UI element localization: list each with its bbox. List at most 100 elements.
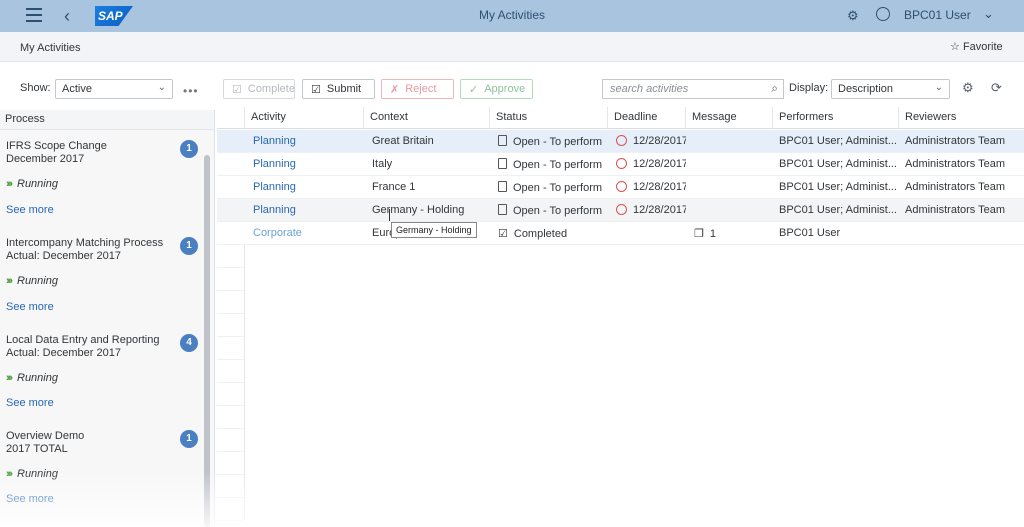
empty-row bbox=[217, 268, 245, 291]
activity-link[interactable]: Planning bbox=[247, 130, 364, 153]
show-select-value: Active bbox=[62, 83, 92, 95]
running-icon: ››› bbox=[6, 178, 13, 190]
row-selector-header[interactable] bbox=[217, 107, 245, 129]
activity-link[interactable]: Planning bbox=[247, 176, 364, 199]
approve-label: Approve bbox=[484, 83, 526, 95]
column-header-message[interactable]: Message bbox=[686, 107, 773, 129]
message-cell[interactable]: ❐ 1 bbox=[688, 222, 773, 245]
empty-row bbox=[217, 360, 245, 383]
submit-button[interactable]: ☑ Submit bbox=[302, 79, 375, 99]
status-running: ››› Running bbox=[6, 372, 58, 384]
status-running: ››› Running bbox=[6, 178, 58, 190]
display-select-value: Description bbox=[838, 83, 894, 95]
toolbar: Show: Active ⌄ ••• ☑ Complete ☑ Submit ✗ Re… bbox=[0, 76, 1024, 102]
deadline-cell: 12/28/2017 bbox=[610, 199, 686, 222]
see-more-link[interactable]: See more bbox=[6, 301, 54, 313]
count-badge: 1 bbox=[180, 430, 198, 448]
table-row[interactable]: Planning Germany - Holding Open - To per… bbox=[217, 199, 1024, 222]
empty-row bbox=[217, 429, 245, 452]
overdue-icon bbox=[616, 135, 627, 146]
show-select[interactable]: Active ⌄ bbox=[55, 79, 173, 99]
count-badge: 4 bbox=[180, 334, 198, 352]
process-scrollbar[interactable] bbox=[204, 155, 210, 527]
status-cell: Open - To perform bbox=[492, 199, 608, 222]
empty-row bbox=[217, 406, 245, 429]
context-tooltip: Germany - Holding bbox=[391, 222, 477, 238]
activity-link[interactable]: Corporate bbox=[247, 222, 364, 245]
complete-button[interactable]: ☑ Complete bbox=[223, 79, 295, 99]
table-row[interactable]: Corporate Europe ☑ Completed ❐ 1 BPC01 Use… bbox=[217, 222, 1024, 245]
column-header-deadline[interactable]: Deadline bbox=[608, 107, 686, 129]
process-item[interactable]: Overview Demo 2017 TOTAL 1 ››› Running See… bbox=[6, 430, 201, 505]
favorite-label: Favorite bbox=[962, 41, 1003, 53]
empty-row bbox=[217, 337, 245, 360]
empty-row bbox=[217, 291, 245, 314]
running-icon: ››› bbox=[6, 372, 13, 384]
chevron-down-icon[interactable]: ⌄ bbox=[983, 6, 994, 22]
empty-row bbox=[217, 245, 245, 268]
see-more-link[interactable]: See more bbox=[6, 493, 54, 505]
more-icon[interactable]: ••• bbox=[183, 84, 199, 98]
process-name: Local Data Entry and Reporting Actual: De… bbox=[6, 334, 160, 359]
column-header-activity[interactable]: Activity bbox=[245, 107, 364, 129]
search-placeholder: search activities bbox=[610, 83, 689, 95]
column-header-reviewers[interactable]: Reviewers bbox=[899, 107, 1024, 129]
process-name: Intercompany Matching Process Actual: Dec… bbox=[6, 237, 164, 262]
task-icon bbox=[498, 158, 507, 169]
reviewers-cell: Administrators Team bbox=[905, 181, 1006, 193]
table-row[interactable]: Planning France 1 Open - To perform 12/2… bbox=[217, 176, 1024, 199]
reject-button[interactable]: ✗ Reject bbox=[381, 79, 454, 99]
breadcrumb: My Activities bbox=[20, 42, 81, 54]
reviewers-cell: Administrators Team bbox=[905, 158, 1006, 170]
empty-row bbox=[217, 383, 245, 406]
comment-icon: ❐ bbox=[694, 228, 704, 240]
complete-label: Complete bbox=[247, 83, 295, 95]
search-icon[interactable]: ⌕ bbox=[771, 81, 778, 96]
process-item[interactable]: Local Data Entry and Reporting Actual: De… bbox=[6, 334, 201, 409]
table-row[interactable]: Planning Great Britain Open - To perform… bbox=[217, 130, 1024, 153]
reject-icon: ✗ bbox=[390, 83, 400, 96]
context-cell: Italy bbox=[372, 158, 393, 170]
process-item[interactable]: Intercompany Matching Process Actual: Dec… bbox=[6, 237, 201, 313]
activity-link[interactable]: Planning bbox=[247, 199, 364, 222]
refresh-icon[interactable]: ⟳ bbox=[991, 80, 1002, 96]
task-icon bbox=[498, 181, 507, 192]
approve-button[interactable]: ✓ Approve bbox=[460, 79, 533, 99]
performers-cell: BPC01 User; Administ... bbox=[779, 204, 897, 216]
see-more-link[interactable]: See more bbox=[6, 204, 54, 216]
see-more-link[interactable]: See more bbox=[6, 397, 54, 409]
running-icon: ››› bbox=[6, 468, 13, 480]
column-header-status[interactable]: Status bbox=[490, 107, 608, 129]
table-row[interactable]: Planning Italy Open - To perform 12/28/2… bbox=[217, 153, 1024, 176]
status-running: ››› Running bbox=[6, 468, 58, 480]
display-select[interactable]: Description ⌄ bbox=[831, 79, 950, 99]
performers-cell: BPC01 User bbox=[779, 227, 841, 239]
settings-icon[interactable]: ⚙ bbox=[962, 80, 974, 96]
column-header-context[interactable]: Context bbox=[364, 107, 490, 129]
settings-icon[interactable]: ⚙ bbox=[847, 8, 859, 24]
task-icon bbox=[498, 135, 507, 146]
overdue-icon bbox=[616, 158, 627, 169]
context-cell: Great Britain bbox=[372, 135, 434, 147]
process-header: Process bbox=[0, 110, 214, 130]
status-running: ››› Running bbox=[6, 275, 58, 287]
process-name: Overview Demo 2017 TOTAL bbox=[6, 430, 85, 455]
user-icon[interactable] bbox=[876, 7, 890, 21]
process-panel: Process IFRS Scope Change December 2017 1… bbox=[0, 110, 215, 527]
process-item[interactable]: IFRS Scope Change December 2017 1 ››› Runn… bbox=[6, 140, 201, 216]
star-icon: ☆ bbox=[950, 41, 960, 53]
search-input[interactable]: search activities ⌕ bbox=[602, 79, 784, 99]
user-name[interactable]: BPC01 User bbox=[904, 8, 971, 22]
column-header-performers[interactable]: Performers bbox=[773, 107, 899, 129]
favorite-button[interactable]: ☆ Favorite bbox=[950, 40, 1003, 53]
completed-icon: ☑ bbox=[498, 228, 508, 240]
chevron-down-icon: ⌄ bbox=[157, 82, 166, 93]
activity-link[interactable]: Planning bbox=[247, 153, 364, 176]
count-badge: 1 bbox=[180, 237, 198, 255]
status-cell: ☑ Completed bbox=[498, 228, 568, 240]
submit-label: Submit bbox=[326, 83, 362, 95]
performers-cell: BPC01 User; Administ... bbox=[779, 181, 897, 193]
reviewers-cell: Administrators Team bbox=[905, 204, 1006, 216]
performers-cell: BPC01 User; Administ... bbox=[779, 158, 897, 170]
empty-row bbox=[217, 475, 245, 498]
